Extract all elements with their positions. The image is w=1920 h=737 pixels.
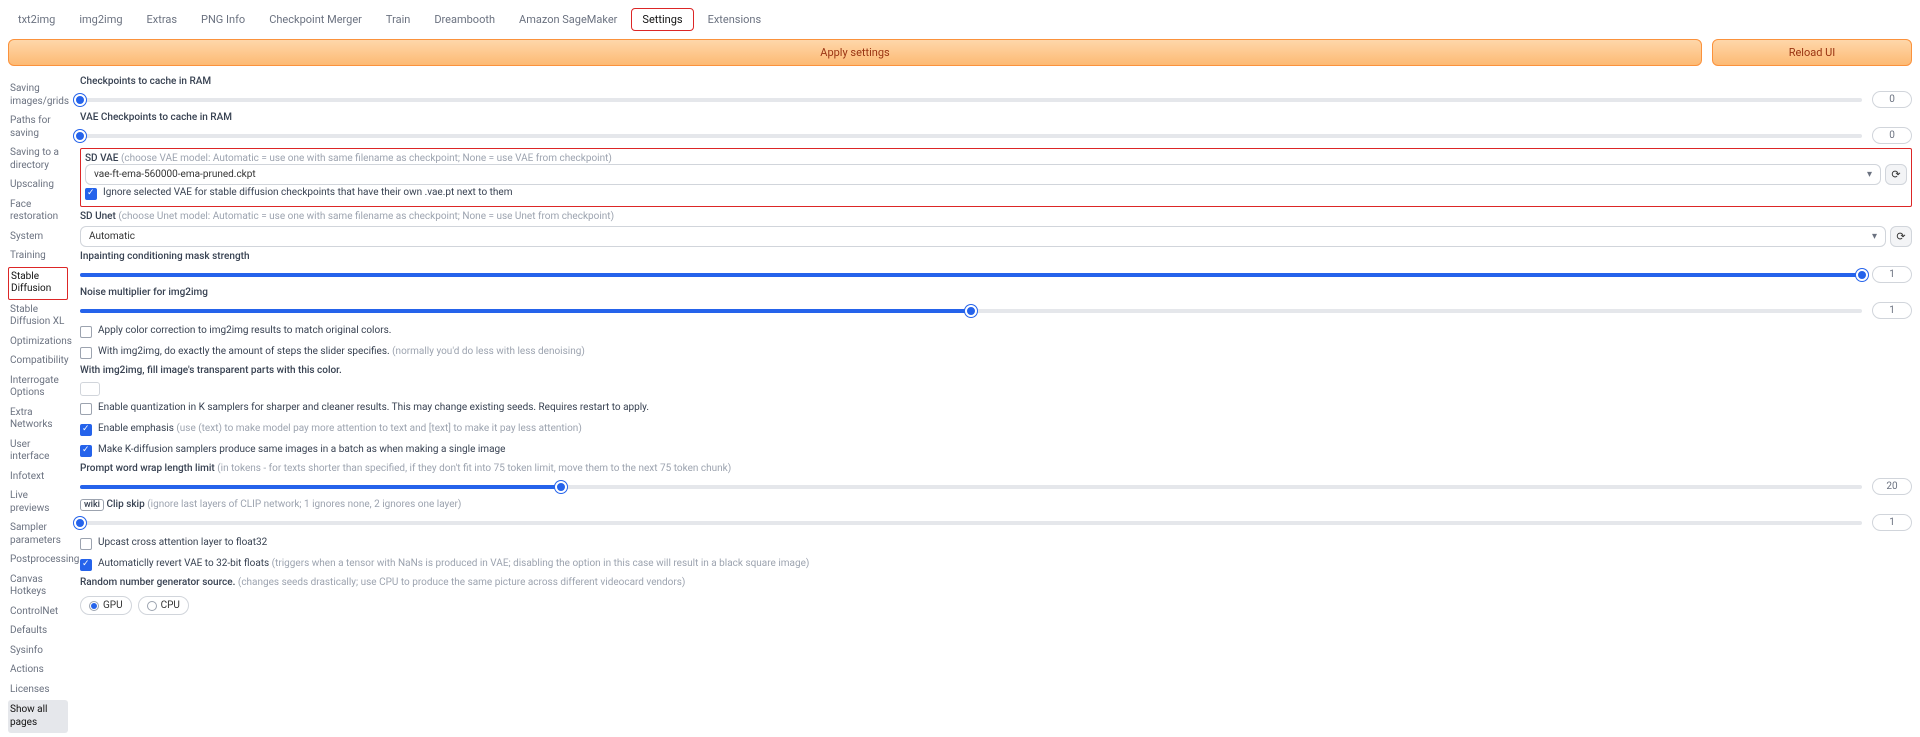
prompt-wrap-slider[interactable] — [80, 485, 1862, 489]
emphasis-label: Enable emphasis (use (text) to make mode… — [98, 423, 582, 434]
clip-skip-value[interactable]: 1 — [1872, 514, 1912, 531]
quantization-checkbox[interactable] — [80, 403, 92, 415]
rng-option-label: CPU — [161, 600, 180, 611]
sidebar-item-defaults[interactable]: Defaults — [8, 622, 68, 641]
ignore-vae-label: Ignore selected VAE for stable diffusion… — [103, 187, 513, 198]
apply-settings-button[interactable]: Apply settings — [8, 39, 1702, 66]
tab-train[interactable]: Train — [376, 9, 420, 30]
quantization-label: Enable quantization in K samplers for sh… — [98, 402, 649, 413]
prompt-wrap-value[interactable]: 20 — [1872, 478, 1912, 495]
tab-checkpoint-merger[interactable]: Checkpoint Merger — [259, 9, 372, 30]
sidebar-item-paths-for-saving[interactable]: Paths for saving — [8, 112, 68, 143]
sidebar-item-controlnet[interactable]: ControlNet — [8, 603, 68, 622]
sidebar-item-system[interactable]: System — [8, 228, 68, 247]
rng-option-gpu[interactable]: GPU — [80, 596, 132, 615]
tab-img2img[interactable]: img2img — [69, 9, 132, 30]
rng-label: Random number generator source. (changes… — [80, 577, 1912, 588]
kdiff-batch-checkbox[interactable] — [80, 445, 92, 457]
sidebar-item-actions[interactable]: Actions — [8, 661, 68, 680]
upcast-checkbox[interactable] — [80, 538, 92, 550]
noise-mult-label: Noise multiplier for img2img — [80, 287, 1912, 298]
rng-option-cpu[interactable]: CPU — [138, 596, 189, 615]
tab-png-info[interactable]: PNG Info — [191, 9, 255, 30]
prompt-wrap-label: Prompt word wrap length limit (in tokens… — [80, 463, 1912, 474]
sidebar-item-saving-images-grids[interactable]: Saving images/grids — [8, 80, 68, 111]
vae-cache-value[interactable]: 0 — [1872, 127, 1912, 144]
sidebar-item-stable-diffusion-xl[interactable]: Stable Diffusion XL — [8, 301, 68, 332]
sidebar-item-sysinfo[interactable]: Sysinfo — [8, 642, 68, 661]
auto-revert-label: Automaticlly revert VAE to 32-bit floats… — [98, 558, 809, 569]
exact-steps-checkbox[interactable] — [80, 347, 92, 359]
sidebar-item-stable-diffusion[interactable]: Stable Diffusion — [8, 267, 68, 300]
refresh-icon: ⟳ — [1896, 230, 1905, 243]
tab-txt2img[interactable]: txt2img — [8, 9, 65, 30]
inpaint-mask-label: Inpainting conditioning mask strength — [80, 251, 1912, 262]
reload-ui-button[interactable]: Reload UI — [1712, 39, 1912, 66]
refresh-unet-button[interactable]: ⟳ — [1890, 226, 1912, 247]
refresh-icon: ⟳ — [1891, 168, 1900, 181]
chevron-down-icon: ▾ — [1872, 231, 1877, 242]
chevron-down-icon: ▾ — [1867, 169, 1872, 180]
fill-color-label: With img2img, fill image's transparent p… — [80, 365, 1912, 376]
tab-dreambooth[interactable]: Dreambooth — [424, 9, 505, 30]
rng-option-label: GPU — [103, 600, 123, 611]
sidebar-item-extra-networks[interactable]: Extra Networks — [8, 404, 68, 435]
clip-skip-slider[interactable] — [80, 521, 1862, 525]
sidebar-item-infotext[interactable]: Infotext — [8, 468, 68, 487]
radio-dot-icon — [147, 601, 157, 611]
exact-steps-label: With img2img, do exactly the amount of s… — [98, 346, 585, 357]
sidebar-item-interrogate-options[interactable]: Interrogate Options — [8, 372, 68, 403]
emphasis-checkbox[interactable] — [80, 424, 92, 436]
sidebar-item-saving-to-a-directory[interactable]: Saving to a directory — [8, 144, 68, 175]
auto-revert-checkbox[interactable] — [80, 559, 92, 571]
inpaint-mask-value[interactable]: 1 — [1872, 266, 1912, 283]
sidebar-item-user-interface[interactable]: User interface — [8, 436, 68, 467]
color-correct-label: Apply color correction to img2img result… — [98, 325, 391, 336]
noise-mult-value[interactable]: 1 — [1872, 302, 1912, 319]
fill-color-picker[interactable] — [80, 382, 100, 396]
upcast-label: Upcast cross attention layer to float32 — [98, 537, 267, 548]
color-correct-checkbox[interactable] — [80, 326, 92, 338]
tab-extensions[interactable]: Extensions — [698, 9, 772, 30]
sidebar-item-upscaling[interactable]: Upscaling — [8, 176, 68, 195]
sd-unet-dropdown[interactable]: Automatic▾ — [80, 226, 1886, 247]
ckpt-cache-slider[interactable] — [80, 98, 1862, 102]
kdiff-batch-label: Make K-diffusion samplers produce same i… — [98, 444, 505, 455]
sidebar-item-postprocessing[interactable]: Postprocessing — [8, 551, 68, 570]
sidebar-item-live-previews[interactable]: Live previews — [8, 487, 68, 518]
vae-cache-label: VAE Checkpoints to cache in RAM — [80, 112, 1912, 123]
tab-settings[interactable]: Settings — [631, 8, 693, 31]
ckpt-cache-value[interactable]: 0 — [1872, 91, 1912, 108]
sd-unet-label: SD Unet (choose Unet model: Automatic = … — [80, 211, 1912, 222]
sidebar-item-compatibility[interactable]: Compatibility — [8, 352, 68, 371]
clip-skip-label: wiki Clip skip (ignore last layers of CL… — [80, 499, 1912, 510]
vae-cache-slider[interactable] — [80, 134, 1862, 138]
noise-mult-slider[interactable] — [80, 309, 1862, 313]
sd-vae-label: SD VAE (choose VAE model: Automatic = us… — [85, 153, 1907, 164]
sidebar-item-licenses[interactable]: Licenses — [8, 681, 68, 700]
sidebar-item-optimizations[interactable]: Optimizations — [8, 333, 68, 352]
sidebar-item-training[interactable]: Training — [8, 247, 68, 266]
ignore-vae-checkbox[interactable] — [85, 188, 97, 200]
sidebar-item-show-all-pages[interactable]: Show all pages — [8, 700, 68, 733]
ckpt-cache-label: Checkpoints to cache in RAM — [80, 76, 1912, 87]
inpaint-mask-slider[interactable] — [80, 273, 1862, 277]
radio-dot-icon — [89, 601, 99, 611]
sidebar-item-canvas-hotkeys[interactable]: Canvas Hotkeys — [8, 571, 68, 602]
refresh-vae-button[interactable]: ⟳ — [1885, 164, 1907, 185]
sd-vae-dropdown[interactable]: vae-ft-ema-560000-ema-pruned.ckpt▾ — [85, 164, 1881, 185]
tab-extras[interactable]: Extras — [137, 9, 187, 30]
sidebar-item-sampler-parameters[interactable]: Sampler parameters — [8, 519, 68, 550]
sidebar-item-face-restoration[interactable]: Face restoration — [8, 196, 68, 227]
wiki-link[interactable]: wiki — [80, 499, 104, 511]
tab-amazon-sagemaker[interactable]: Amazon SageMaker — [509, 9, 627, 30]
